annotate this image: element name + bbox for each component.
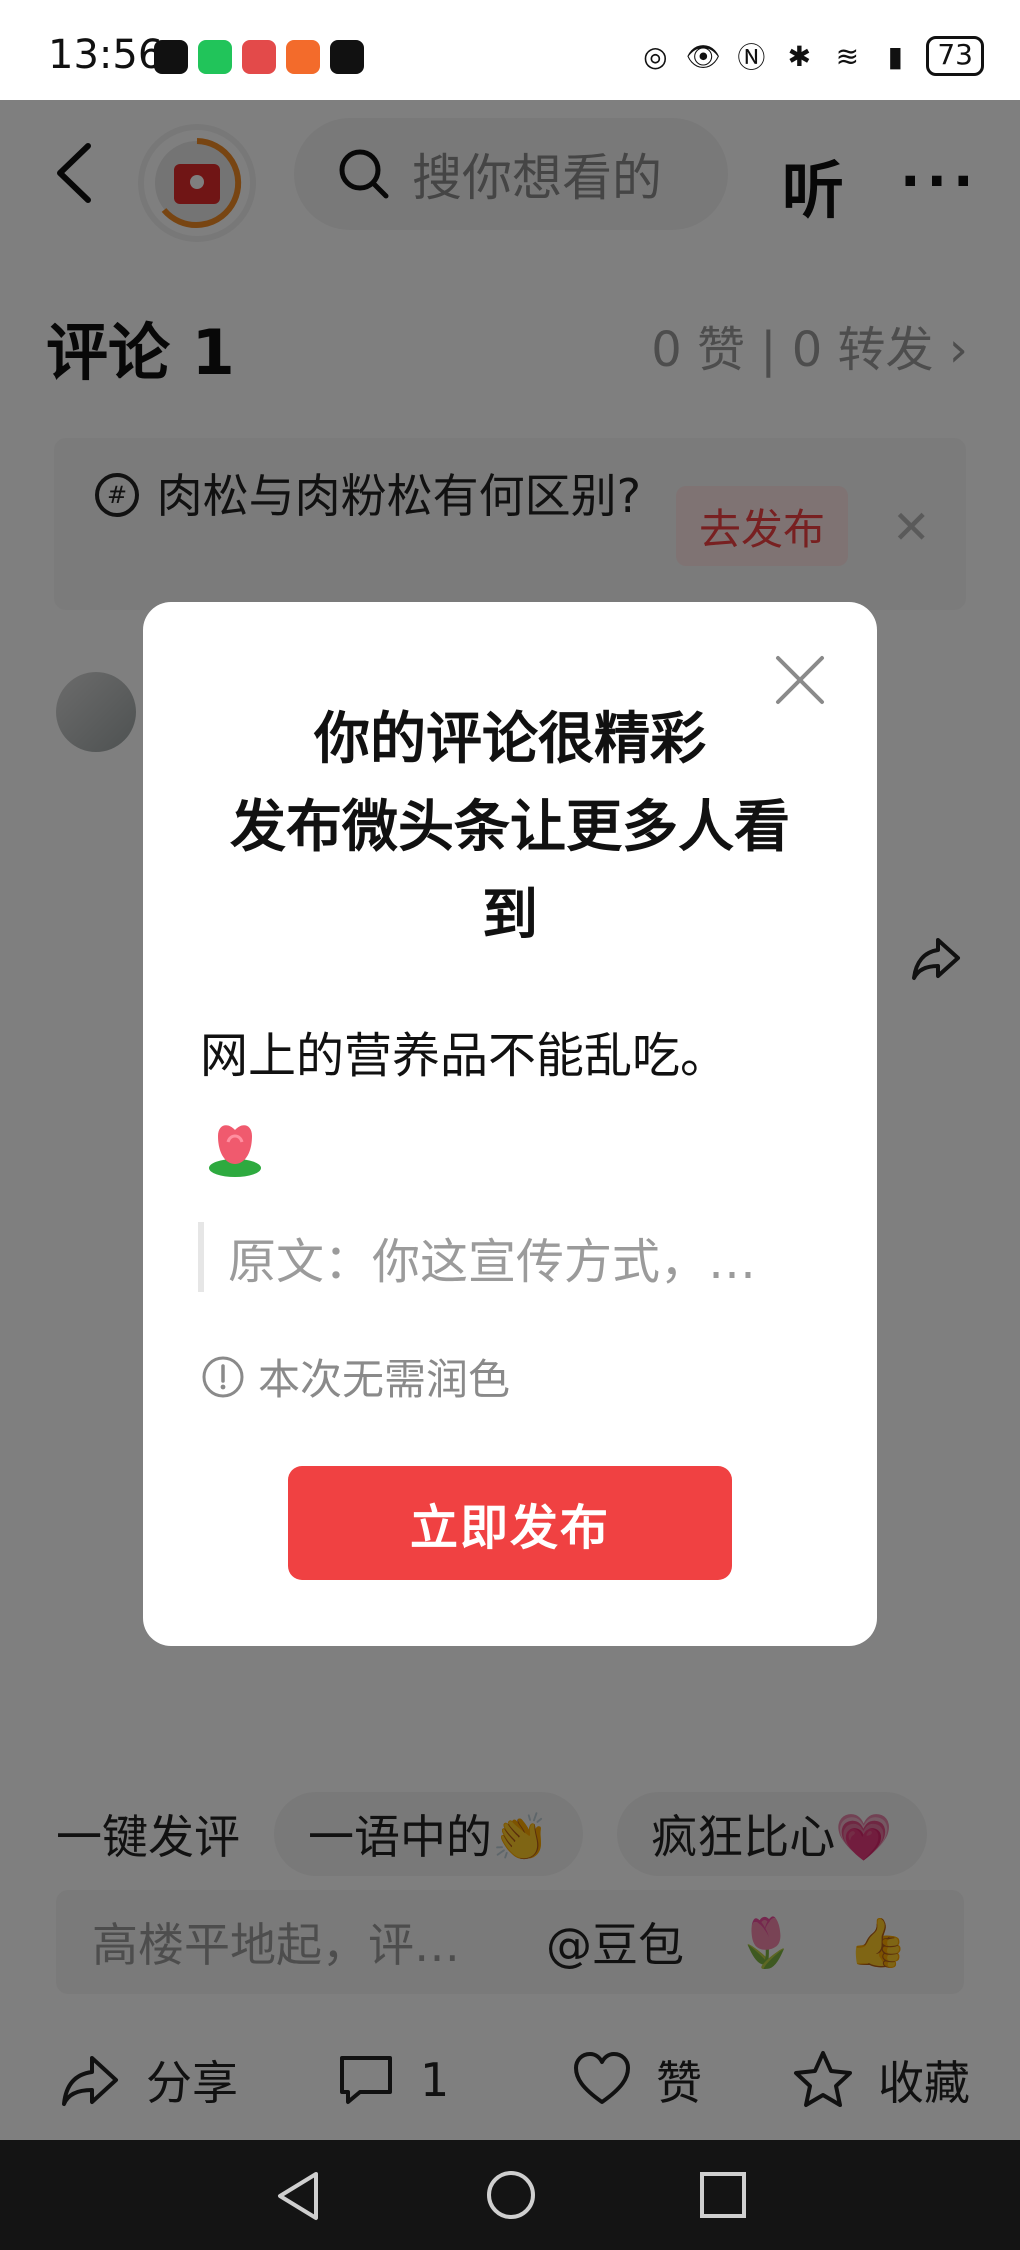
nav-back-icon[interactable] xyxy=(270,2166,330,2226)
original-quote: 原文：你这宣传方式，… xyxy=(198,1222,824,1292)
publish-now-button[interactable]: 立即发布 xyxy=(288,1466,732,1580)
polish-hint: 本次无需润色 xyxy=(200,1346,510,1407)
dialog-body-text: 网上的营养品不能乱吃。 xyxy=(200,1028,729,1084)
dialog-title-line1: 你的评论很精彩 xyxy=(314,707,706,772)
info-icon xyxy=(202,1356,244,1397)
bluetooth-icon: ✱ xyxy=(787,39,812,73)
nav-home-icon[interactable] xyxy=(480,2164,542,2226)
orange-app-icon xyxy=(286,40,320,74)
wechat-app-icon xyxy=(198,40,232,74)
signal-icon: ▮ xyxy=(887,39,904,73)
polish-hint-text: 本次无需润色 xyxy=(258,1355,511,1404)
status-app-icons xyxy=(154,40,364,74)
tulip-icon xyxy=(209,1125,261,1177)
news-app-icon xyxy=(242,40,276,74)
tiktok-app-icon xyxy=(154,40,188,74)
tiktok-lite-app-icon xyxy=(330,40,364,74)
wifi-icon: ≋ xyxy=(835,39,860,73)
eye-icon: 👁 xyxy=(685,39,722,73)
nav-recents-icon[interactable] xyxy=(694,2166,752,2224)
original-quote-text: 原文：你这宣传方式，… xyxy=(228,1234,757,1290)
dialog-title-line2: 发布微头条让更多人看到 xyxy=(230,795,790,948)
nfc-icon: Ⓝ xyxy=(737,41,766,74)
hd-icon: ◎ xyxy=(643,39,668,73)
status-right-icons: ◎ 👁 Ⓝ ✱ ≋ ▮ 73 xyxy=(638,36,984,76)
system-nav-bar xyxy=(0,2140,1020,2250)
dialog-title: 你的评论很精彩 发布微头条让更多人看到 xyxy=(143,696,877,960)
status-time: 13:56 xyxy=(48,32,164,78)
battery-indicator: 73 xyxy=(926,36,984,76)
